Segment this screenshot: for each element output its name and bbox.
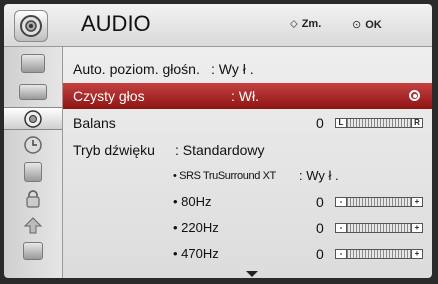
srs-label: • SRS TruSurround XT — [173, 170, 276, 182]
ok-button-icon: ⊙ — [352, 19, 362, 31]
menu-item-eq-220hz[interactable]: • 220Hz 0 - + — [63, 215, 432, 241]
menu-item-clear-voice[interactable]: Czysty głos : Wł. — [63, 83, 432, 109]
audio-settings-list: Auto. poziom. głośn. : Wy ł . Czysty gło… — [63, 47, 432, 278]
eq-470hz-slider[interactable]: - + — [335, 249, 423, 259]
auto-volume-value: : Wy ł . — [211, 61, 254, 77]
sidebar-item-lock[interactable] — [9, 188, 57, 209]
eq-220hz-label: • 220Hz — [173, 220, 219, 235]
speaker-icon — [14, 10, 48, 42]
sidebar-item-usb[interactable] — [9, 240, 57, 261]
scroll-down-icon[interactable] — [246, 271, 258, 277]
balance-label: Balans — [73, 115, 116, 131]
options-icon — [24, 161, 42, 182]
audio-menu-window: AUDIO ⬦ Zm. ⊙ OK Auto. poziom. głośn.: … — [4, 4, 432, 278]
input-icon — [23, 216, 43, 233]
antenna-icon — [21, 54, 45, 73]
eq-470hz-label: • 470Hz — [173, 246, 219, 261]
usb-icon — [23, 241, 43, 260]
sidebar — [4, 47, 63, 278]
page-title: AUDIO — [81, 11, 151, 36]
clock-icon — [24, 135, 42, 154]
audio-icon — [24, 109, 42, 128]
sound-mode-label: Tryb dźwięku — [73, 142, 155, 158]
sidebar-item-picture[interactable] — [9, 81, 57, 102]
menu-item-eq-80hz[interactable]: • 80Hz 0 - + — [63, 189, 432, 215]
menu-item-auto-volume[interactable]: Auto. poziom. głośn. : Wy ł . — [63, 56, 432, 82]
menu-item-eq-470hz[interactable]: • 470Hz 0 - + — [63, 241, 432, 267]
clear-voice-label: Czysty głos — [73, 88, 145, 104]
dpad-icon: ⬦ — [290, 18, 298, 30]
eq-470hz-value: 0 — [316, 246, 324, 262]
srs-value: : Wy ł . — [299, 168, 339, 183]
move-hint: ⬦ Zm. — [290, 18, 322, 30]
eq-220hz-slider[interactable]: - + — [335, 223, 423, 233]
sidebar-item-options[interactable] — [9, 161, 57, 182]
sidebar-item-input[interactable] — [9, 215, 57, 236]
sidebar-item-time[interactable] — [9, 134, 57, 155]
eq-80hz-value: 0 — [316, 194, 324, 210]
menu-item-sound-mode[interactable]: Tryb dźwięku : Standardowy — [63, 137, 432, 163]
sound-mode-value: : Standardowy — [175, 142, 265, 158]
eq-220hz-value: 0 — [316, 220, 324, 236]
balance-value: 0 — [316, 115, 324, 131]
menu-item-balance[interactable]: Balans 0 L R — [63, 110, 432, 136]
clear-voice-value: : Wł. — [231, 88, 259, 104]
eq-80hz-slider[interactable]: - + — [335, 197, 423, 207]
auto-volume-label: Auto. poziom. głośn. — [73, 61, 200, 77]
menu-item-srs[interactable]: • SRS TruSurround XT : Wy ł . — [63, 163, 432, 189]
picture-icon — [19, 83, 47, 100]
lock-icon — [26, 189, 40, 208]
radio-selected-icon — [409, 90, 420, 101]
sidebar-item-channels[interactable] — [9, 53, 57, 74]
ok-hint: ⊙ OK — [352, 19, 382, 31]
menu-header: AUDIO ⬦ Zm. ⊙ OK — [4, 4, 432, 47]
sidebar-item-audio[interactable] — [4, 107, 62, 130]
balance-slider[interactable]: L R — [335, 118, 423, 128]
eq-80hz-label: • 80Hz — [173, 194, 212, 209]
